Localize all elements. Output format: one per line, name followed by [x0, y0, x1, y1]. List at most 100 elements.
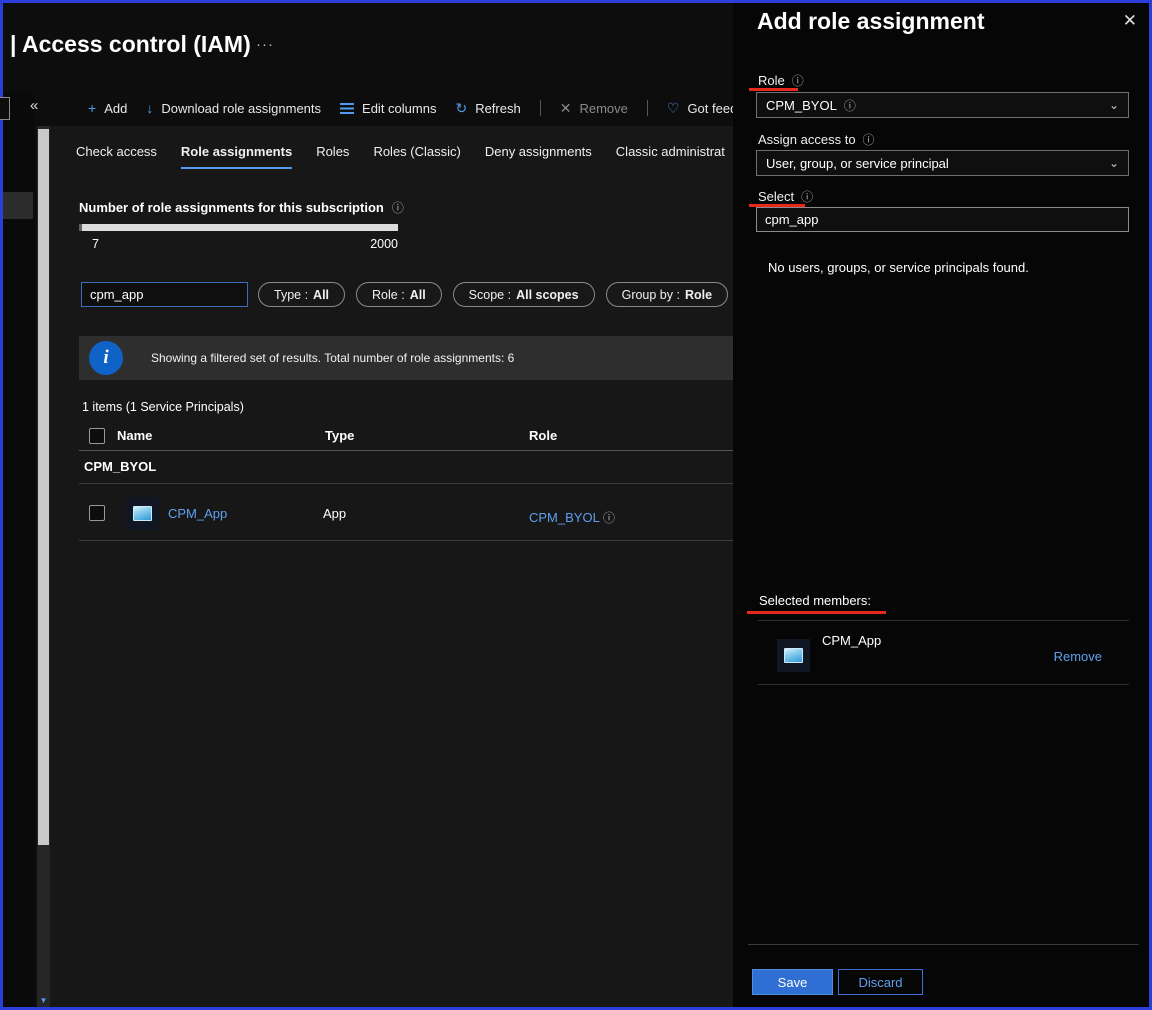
download-icon: ↓ [146, 101, 153, 115]
column-header-role: Role [529, 428, 557, 443]
remove-button[interactable]: ✕ Remove [560, 101, 628, 116]
role-dropdown[interactable]: CPM_BYOL ⓘ ⌄ [756, 92, 1129, 118]
info-icon[interactable]: ⓘ [392, 199, 404, 216]
tab-bar: Check access Role assignments Roles Role… [76, 144, 725, 169]
tab-roles[interactable]: Roles [316, 144, 349, 169]
no-results-message: No users, groups, or service principals … [768, 260, 1029, 275]
select-field-label: Select ⓘ [758, 188, 813, 205]
info-icon[interactable]: ⓘ [863, 131, 875, 148]
app-icon [126, 497, 159, 530]
member-remove-link[interactable]: Remove [1054, 649, 1102, 664]
vertical-scrollbar[interactable]: ▼ [37, 126, 50, 1007]
assignments-quota-labels: 7 2000 [79, 237, 398, 251]
discard-button[interactable]: Discard [838, 969, 923, 995]
add-icon: + [88, 101, 96, 115]
role-dropdown-value: CPM_BYOL [766, 98, 837, 113]
member-list-divider [758, 620, 1129, 621]
filtered-results-banner: i Showing a filtered set of results. Tot… [79, 336, 733, 380]
assignments-search-input[interactable] [81, 282, 248, 307]
filter-scope[interactable]: Scope : All scopes [453, 282, 595, 307]
items-summary: 1 items (1 Service Principals) [82, 400, 244, 414]
filter-group-by-label: Group by : [622, 288, 680, 302]
edit-columns-button[interactable]: Edit columns [340, 101, 436, 116]
scrollbar-thumb[interactable] [38, 129, 49, 845]
filter-scope-label: Scope : [469, 288, 511, 302]
feedback-label: Got feed [687, 101, 737, 116]
assign-access-dropdown[interactable]: User, group, or service principal ⌄ [756, 150, 1129, 176]
content-background [50, 126, 733, 1007]
info-icon[interactable]: ⓘ [792, 72, 804, 89]
tab-check-access[interactable]: Check access [76, 144, 157, 169]
feedback-button[interactable]: ♡ Got feed [667, 101, 737, 116]
panel-footer-divider [748, 944, 1139, 945]
row-divider [79, 540, 733, 541]
assignments-count-heading: Number of role assignments for this subs… [79, 199, 404, 216]
save-button[interactable]: Save [752, 969, 833, 995]
row-checkbox[interactable] [89, 505, 105, 521]
download-role-assignments-button[interactable]: ↓ Download role assignments [146, 101, 321, 116]
azure-portal-window: ▼ | Access control (IAM) ··· « + Add ↓ D… [0, 0, 1152, 1010]
group-row-divider [79, 483, 733, 484]
tab-classic-administrators[interactable]: Classic administrat [616, 144, 725, 169]
filter-type-value: All [313, 288, 329, 302]
quota-max: 2000 [370, 237, 398, 251]
column-header-type: Type [325, 428, 354, 443]
panel-title: Add role assignment [757, 8, 984, 35]
scrollbar-down-arrow-icon[interactable]: ▼ [37, 996, 50, 1005]
selected-members-label: Selected members: [759, 593, 871, 608]
row-role: CPM_BYOL ⓘ [529, 509, 615, 526]
clipped-search-box [0, 97, 10, 120]
info-icon[interactable]: ⓘ [844, 97, 856, 114]
assignments-count-label: Number of role assignments for this subs… [79, 200, 384, 215]
more-options-icon[interactable]: ··· [256, 36, 274, 53]
toolbar-divider [540, 100, 541, 116]
column-header-name: Name [117, 428, 152, 443]
download-label: Download role assignments [161, 101, 321, 116]
tab-role-assignments[interactable]: Role assignments [181, 144, 292, 169]
add-button[interactable]: + Add [88, 101, 127, 116]
role-annotation-underline [749, 88, 798, 91]
filter-type-label: Type : [274, 288, 308, 302]
chevron-down-icon: ⌄ [1109, 156, 1119, 170]
select-label-text: Select [758, 189, 794, 204]
filtered-results-text: Showing a filtered set of results. Total… [151, 351, 514, 365]
assign-access-label: Assign access to ⓘ [758, 131, 875, 148]
filter-scope-value: All scopes [516, 288, 579, 302]
app-glyph-icon [133, 506, 152, 521]
close-icon[interactable]: ✕ [1123, 11, 1137, 31]
info-icon[interactable]: ⓘ [801, 188, 813, 205]
assignments-quota-fill [79, 224, 82, 231]
toolbar-divider [647, 100, 648, 116]
remove-label: Remove [579, 101, 627, 116]
filter-group-by[interactable]: Group by : Role [606, 282, 728, 307]
info-banner-icon: i [89, 341, 123, 375]
role-field-label: Role ⓘ [758, 72, 804, 89]
select-all-checkbox[interactable] [89, 428, 105, 444]
filter-role-label: Role : [372, 288, 405, 302]
filter-role[interactable]: Role : All [356, 282, 442, 307]
row-role-link[interactable]: CPM_BYOL [529, 510, 599, 525]
quota-current: 7 [92, 237, 99, 251]
filter-role-value: All [410, 288, 426, 302]
select-search-input[interactable] [756, 207, 1129, 232]
row-type: App [323, 506, 346, 521]
refresh-label: Refresh [475, 101, 521, 116]
info-icon[interactable]: ⓘ [603, 511, 615, 525]
tab-deny-assignments[interactable]: Deny assignments [485, 144, 592, 169]
filter-type[interactable]: Type : All [258, 282, 345, 307]
refresh-button[interactable]: ↻ Refresh [455, 101, 520, 116]
sidebar-selected-item[interactable] [3, 192, 33, 219]
left-sidebar [3, 92, 34, 1007]
member-list-divider [758, 684, 1129, 685]
selected-members-annotation-underline [747, 611, 886, 614]
refresh-icon: ↻ [455, 101, 467, 115]
group-row-label: CPM_BYOL [84, 459, 156, 474]
page-title: | Access control (IAM) [10, 31, 251, 58]
edit-columns-label: Edit columns [362, 101, 436, 116]
tab-roles-classic[interactable]: Roles (Classic) [373, 144, 460, 169]
row-name-link[interactable]: CPM_App [168, 506, 227, 521]
role-label-text: Role [758, 73, 785, 88]
assignments-quota-bar [79, 224, 398, 231]
collapse-button[interactable]: « [30, 97, 38, 114]
remove-icon: ✕ [560, 101, 572, 115]
